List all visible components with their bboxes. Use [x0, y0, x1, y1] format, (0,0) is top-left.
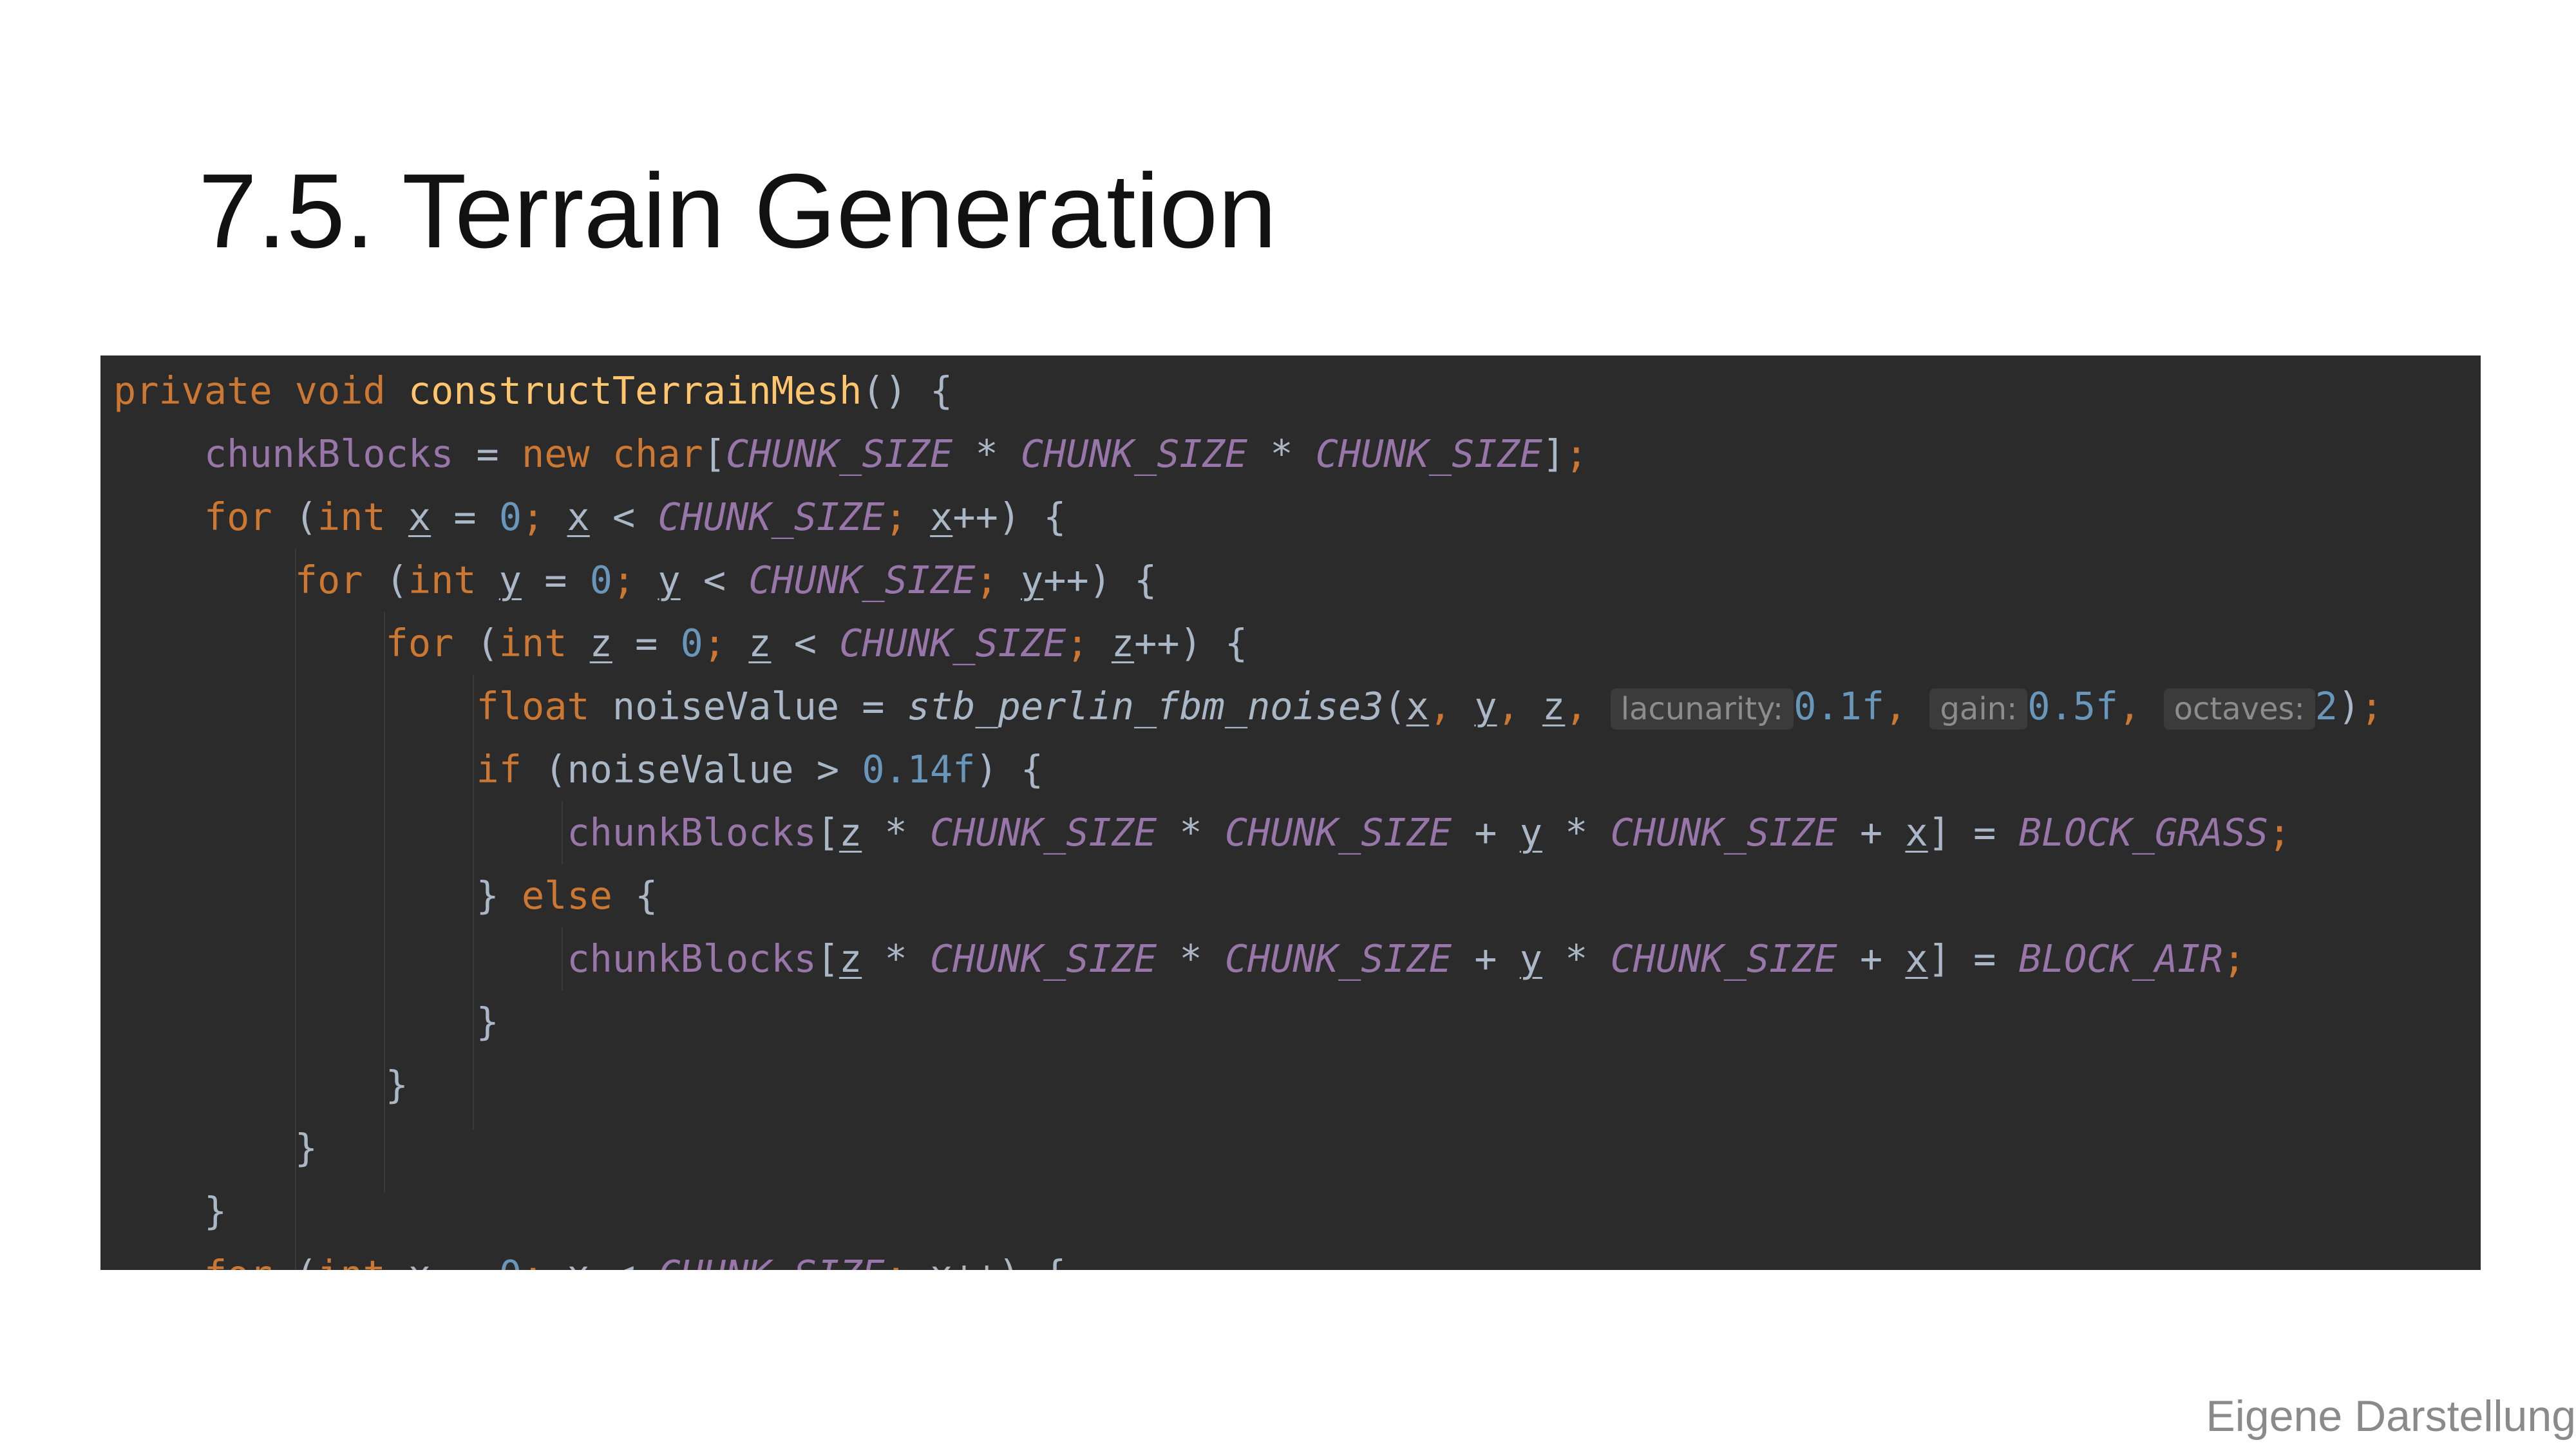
- code-variable: y: [498, 558, 522, 602]
- code-variable: y: [1519, 811, 1542, 855]
- parameter-hint: lacunarity:: [1610, 688, 1794, 730]
- code-editor-panel: private void constructTerrainMesh() { ch…: [100, 355, 2481, 1270]
- code-variable: z: [1542, 685, 1566, 728]
- code-constant: CHUNK_SIZE: [929, 811, 1157, 855]
- code-line: }: [113, 1126, 317, 1170]
- code-keyword: new: [521, 432, 590, 476]
- code-variable: y: [1474, 685, 1497, 728]
- code-variable: z: [748, 621, 772, 665]
- code-number: 0: [498, 495, 522, 539]
- code-keyword: private: [113, 369, 272, 413]
- code-line: }: [113, 1000, 499, 1044]
- code-line: for (int z = 0; z < CHUNK_SIZE; z++) {: [385, 621, 1248, 665]
- code-variable: y: [1519, 937, 1542, 981]
- code-line: for (int y = 0; y < CHUNK_SIZE; y++) {: [294, 558, 1157, 602]
- code-function-call: stb_perlin_fbm_noise3: [907, 685, 1384, 728]
- code-constant: CHUNK_SIZE: [1020, 432, 1248, 476]
- code-keyword: for: [294, 558, 363, 602]
- code-variable: x: [408, 495, 431, 539]
- code-number: 2: [2315, 685, 2338, 728]
- code-keyword: int: [408, 558, 477, 602]
- code-constant: CHUNK_SIZE: [929, 937, 1157, 981]
- code-line: if (noiseValue > 0.14f) {: [476, 748, 1044, 791]
- code-variable: z: [839, 811, 862, 855]
- code-constant: BLOCK_AIR: [2018, 937, 2223, 981]
- method-name: constructTerrainMesh: [408, 369, 862, 413]
- code-keyword: char: [612, 432, 703, 476]
- code-variable: x: [567, 1253, 590, 1270]
- code-variable: noiseValue: [612, 685, 840, 728]
- code-line: for (int x = 0; x < CHUNK_SIZE; x++) {: [204, 495, 1066, 539]
- code-constant: CHUNK_SIZE: [748, 558, 976, 602]
- code-variable: z: [589, 621, 612, 665]
- slide-title: 7.5. Terrain Generation: [198, 152, 1277, 270]
- code-variable: y: [1020, 558, 1044, 602]
- image-credit: Eigene Darstellung: [2206, 1392, 2576, 1441]
- code-keyword: else: [521, 874, 612, 918]
- code-variable: z: [839, 937, 862, 981]
- code-constant: CHUNK_SIZE: [726, 432, 953, 476]
- code-number: 0.1f: [1794, 685, 1884, 728]
- code-keyword: int: [498, 621, 567, 665]
- code-keyword: float: [476, 685, 590, 728]
- code-field: chunkBlocks: [567, 937, 817, 981]
- code-line: }: [113, 1063, 408, 1107]
- code-constant: CHUNK_SIZE: [658, 1253, 884, 1270]
- code-variable: x: [930, 1253, 952, 1270]
- code-number: 0: [589, 558, 612, 602]
- code-keyword: int: [317, 1253, 386, 1270]
- code-keyword: int: [317, 495, 386, 539]
- code-variable: x: [567, 495, 590, 539]
- code-variable: x: [408, 1253, 431, 1270]
- code-keyword: if: [476, 748, 522, 791]
- code-line: } else {: [113, 874, 658, 918]
- code-constant: CHUNK_SIZE: [1224, 937, 1452, 981]
- code-variable: z: [1111, 621, 1135, 665]
- code-keyword: for: [385, 621, 454, 665]
- code-line: for (int x = 0; x < CHUNK_SIZE; x++) {: [113, 1243, 1066, 1270]
- code-number: 0.14f: [862, 748, 976, 791]
- code-variable: x: [1905, 937, 1928, 981]
- code-constant: CHUNK_SIZE: [1315, 432, 1542, 476]
- code-number: 0: [499, 1253, 522, 1270]
- code-constant: CHUNK_SIZE: [1610, 937, 1837, 981]
- code-variable: x: [930, 495, 953, 539]
- code-variable: x: [1406, 685, 1429, 728]
- code-constant: CHUNK_SIZE: [1610, 811, 1837, 855]
- code-number: 0.5f: [2027, 685, 2119, 728]
- code-keyword: for: [204, 495, 272, 539]
- code-line: float noiseValue = stb_perlin_fbm_noise3…: [476, 685, 2383, 730]
- code-variable: x: [1905, 811, 1928, 855]
- parameter-hint: octaves:: [2163, 688, 2315, 730]
- code-number: 0: [680, 621, 703, 665]
- code-field: chunkBlocks: [567, 811, 817, 855]
- code-line: private void constructTerrainMesh() {: [113, 369, 953, 413]
- code-constant: CHUNK_SIZE: [1224, 811, 1452, 855]
- code-constant: CHUNK_SIZE: [839, 621, 1066, 665]
- code-line: }: [113, 1189, 227, 1233]
- code-constant: CHUNK_SIZE: [658, 495, 885, 539]
- code-keyword: void: [294, 369, 386, 413]
- slide: 7.5. Terrain Generation private void con…: [0, 0, 2576, 1449]
- code-constant: BLOCK_GRASS: [2018, 811, 2269, 855]
- code-variable: y: [658, 558, 681, 602]
- code-variable: noiseValue: [567, 748, 794, 791]
- parameter-hint: gain:: [1929, 688, 2028, 730]
- code-line: chunkBlocks = new char[CHUNK_SIZE * CHUN…: [204, 432, 1588, 476]
- code-line: chunkBlocks[z * CHUNK_SIZE * CHUNK_SIZE …: [567, 937, 2246, 981]
- code-field: chunkBlocks: [204, 432, 454, 476]
- code-keyword: for: [204, 1253, 272, 1270]
- code-line: chunkBlocks[z * CHUNK_SIZE * CHUNK_SIZE …: [567, 811, 2291, 855]
